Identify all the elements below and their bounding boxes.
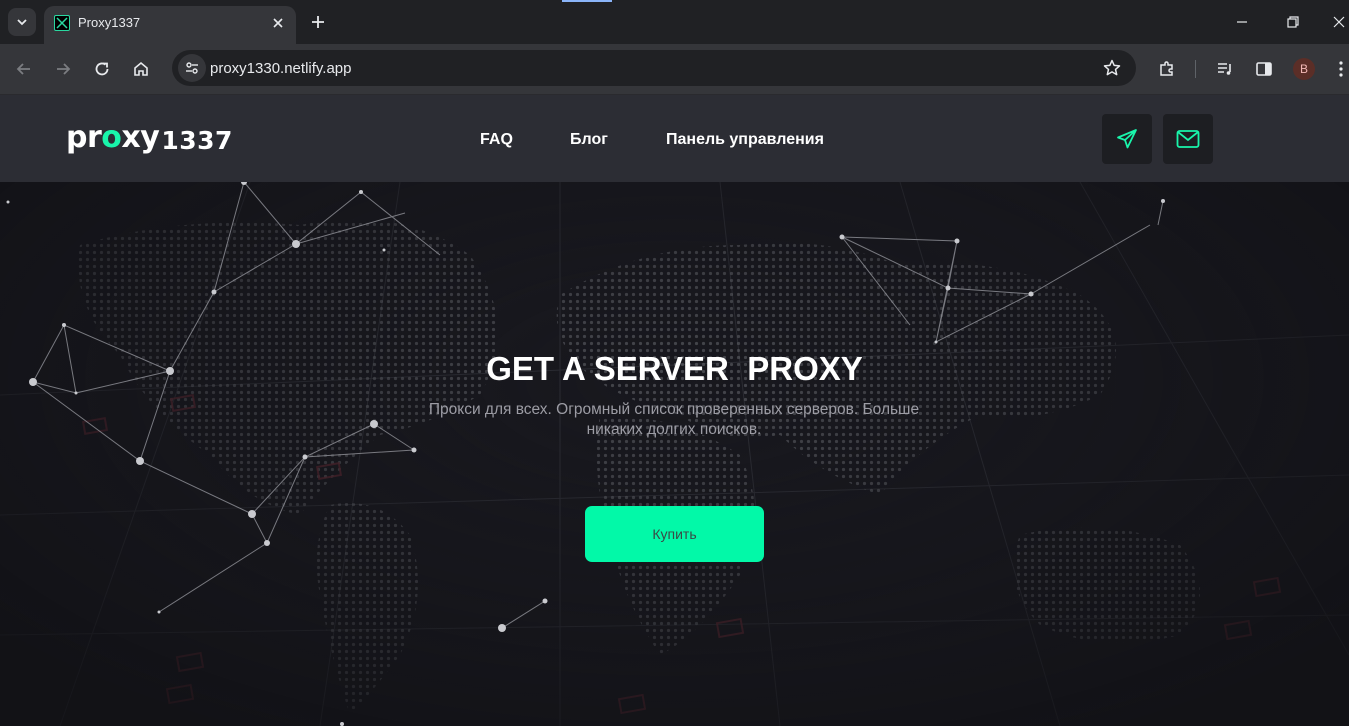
mail-icon — [1176, 130, 1200, 148]
nav-link-blog[interactable]: Блог — [570, 131, 608, 149]
telegram-icon — [1117, 129, 1137, 149]
chevron-down-icon — [17, 19, 27, 26]
favicon-icon — [54, 15, 70, 31]
logo-text-accent: o — [101, 120, 122, 155]
nav-link-faq[interactable]: FAQ — [480, 131, 513, 149]
media-controls-icon[interactable] — [1213, 57, 1237, 81]
browser-toolbar: proxy1330.netlify.app B — [0, 44, 1349, 95]
extensions-icon[interactable] — [1155, 57, 1179, 81]
site-header: pr o xy 1337 FAQ Блог Панель управления — [0, 95, 1349, 182]
nav-link-dashboard[interactable]: Панель управления — [666, 131, 824, 149]
tab-search-button[interactable] — [8, 8, 36, 36]
window-close-icon[interactable] — [1329, 12, 1349, 32]
reload-icon[interactable] — [90, 57, 114, 81]
mail-button[interactable] — [1163, 114, 1213, 164]
tab-strip-accent — [562, 0, 612, 2]
logo-text-prefix: pr — [66, 120, 102, 155]
side-panel-icon[interactable] — [1252, 57, 1276, 81]
toolbar-separator — [1195, 60, 1196, 78]
hero-title: GET A SERVER PROXY — [486, 350, 863, 387]
logo-text-suffix: xy — [121, 120, 160, 155]
profile-avatar[interactable]: B — [1293, 58, 1315, 80]
url-text: proxy1330.netlify.app — [210, 60, 352, 77]
back-arrow-icon[interactable] — [12, 57, 36, 81]
tab-title: Proxy1337 — [78, 15, 141, 30]
browser-tab-strip: Proxy1337 — [0, 0, 1349, 44]
telegram-button[interactable] — [1102, 114, 1152, 164]
new-tab-plus-icon[interactable] — [308, 12, 328, 32]
website-viewport: pr o xy 1337 FAQ Блог Панель управления GET… — [0, 95, 1349, 726]
minimize-icon[interactable] — [1232, 12, 1252, 32]
browser-tab[interactable]: Proxy1337 — [44, 6, 296, 44]
buy-button[interactable]: Купить — [585, 506, 764, 562]
restore-icon[interactable] — [1283, 12, 1303, 32]
address-bar[interactable]: proxy1330.netlify.app — [172, 50, 1136, 86]
site-logo[interactable]: pr o xy 1337 — [66, 119, 233, 155]
kebab-menu-icon[interactable] — [1329, 57, 1349, 81]
forward-arrow-icon[interactable] — [51, 57, 75, 81]
star-icon[interactable] — [1102, 58, 1122, 78]
logo-text-number: 1337 — [161, 126, 233, 155]
home-icon[interactable] — [129, 57, 153, 81]
site-settings-icon[interactable] — [178, 54, 206, 82]
close-tab-icon[interactable] — [270, 15, 286, 31]
hero-subtitle: Прокси для всех. Огромный список провере… — [428, 401, 920, 438]
